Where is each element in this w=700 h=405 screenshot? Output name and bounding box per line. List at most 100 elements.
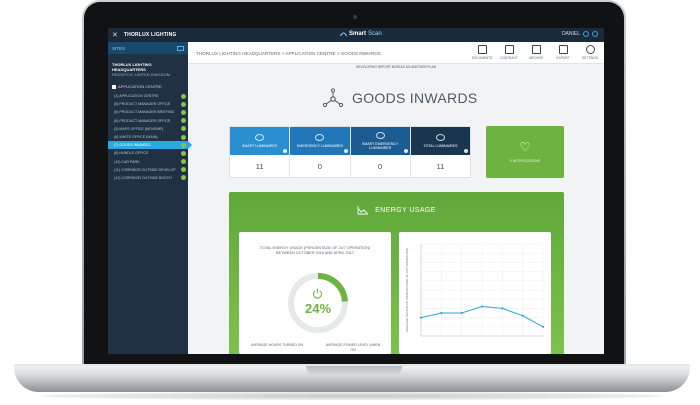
site-label: APPLICATION CENTRE xyxy=(118,84,162,89)
header-bar: THORLUX LIGHTING HEADQUARTERS > APPLICAT… xyxy=(188,42,604,64)
kpi-value: 0 xyxy=(317,161,322,171)
sidebar-item[interactable]: (6) PRODUCT MANAGER OFFICE xyxy=(108,100,188,108)
status-dot-icon xyxy=(181,118,186,124)
luminaire-icon xyxy=(435,133,445,141)
edit-icon[interactable] xyxy=(177,45,184,51)
kpi-header: TOTAL LUMINAIRES xyxy=(410,127,470,155)
app-screen: ✕ THORLUX LIGHTING Smart Scan DANIEL SITE… xyxy=(108,28,604,354)
energy-line-chart-card: AVERAGE HOURS ON (PERCENTAGE OF 24/7 OPE… xyxy=(399,232,551,354)
kpi-label: EMERGENCY LUMINAIRES xyxy=(296,143,343,148)
sidebar-item[interactable]: (6) WHITE OFFICE (MAIN) xyxy=(108,133,188,141)
tool-label: SETTINGS xyxy=(582,56,598,60)
sidebar-title: SITES xyxy=(112,45,126,51)
smartscan-icon xyxy=(340,32,347,37)
status-dot-icon xyxy=(181,167,186,173)
kpi-panel: SMART LUMINAIRES 11 EMERGENCY LUMINAIRES 0 S… xyxy=(229,126,471,178)
sidebar-item[interactable]: (10) CAR PARK xyxy=(108,158,188,166)
energy-caption-line2: BETWEEN OCTOBER 2016 AND APRIL 2017 xyxy=(275,251,355,255)
page-title-text: GOODS INWARDS xyxy=(352,90,478,106)
sidebar-item[interactable]: (6) PRODUCT MANAGER BRIEFING xyxy=(108,108,188,116)
user-menu[interactable]: DANIEL xyxy=(562,31,598,37)
power-icon xyxy=(313,288,322,299)
kpi-value: 11 xyxy=(255,161,264,171)
tool-label: EXPORT xyxy=(556,56,570,60)
energy-line-chart: AVERAGE HOURS ON (PERCENTAGE OF 24/7 OPE… xyxy=(405,243,545,337)
documents-icon xyxy=(477,45,487,54)
energy-usage-panel: ENERGY USAGE TOTAL ENERGY USAGE (PERCENT… xyxy=(229,192,564,354)
user-icon[interactable] xyxy=(583,31,589,37)
tool-label: ARCHIVE xyxy=(528,56,544,60)
kpi-tile[interactable]: TOTAL LUMINAIRES 11 xyxy=(410,127,470,177)
sidebar-item-label: (6) PRODUCT MANAGER OFFICE xyxy=(114,118,171,123)
company-block: THORLUX LIGHTING HEADQUARTERS REDDITCH, … xyxy=(108,54,188,81)
energy-percentage-card: TOTAL ENERGY USAGE (PERCENTAGE OF 24/7 O… xyxy=(239,232,391,354)
info-icon[interactable] xyxy=(343,149,348,153)
sidebar-item-label: (3) MAPS OFFICE (MOVEME) xyxy=(114,126,164,131)
kpi-tile[interactable]: SMART LUMINAIRES 11 xyxy=(230,127,291,177)
tool-label: CONTRACT xyxy=(500,56,518,60)
product-logo: Smart Scan xyxy=(340,31,382,37)
status-dot-icon xyxy=(181,150,186,156)
energy-card-caption: TOTAL ENERGY USAGE (PERCENTAGE OF 24/7 O… xyxy=(239,246,391,256)
sidebar-item[interactable]: (1) APPLICATION CENTRE xyxy=(108,92,188,100)
kpi-tile[interactable]: EMERGENCY LUMINAIRES 0 xyxy=(290,127,351,177)
info-icon[interactable] xyxy=(464,149,468,153)
avg-power-label: AVERAGE POWER LEVEL WHEN ON xyxy=(325,343,381,352)
archive-button[interactable]: ARCHIVE xyxy=(526,45,546,60)
sidebar-item-label: (6) WHITE OFFICE (MAIN) xyxy=(114,135,158,140)
avg-hours-label: AVERAGE HOURS TURNED ON xyxy=(251,343,303,347)
laptop-notch xyxy=(306,366,402,376)
sidebar-item[interactable]: (3) MAPS OFFICE (MOVEME) xyxy=(108,125,188,133)
data-point xyxy=(440,311,443,315)
status-dot-icon xyxy=(181,93,186,99)
sidebar-item-label: (12) CORRIDOR OUTSIDE BOOTH xyxy=(114,175,172,180)
energy-percentage: 24% xyxy=(304,301,332,316)
laptop-shadow xyxy=(40,392,664,400)
status-dot-icon xyxy=(181,109,186,115)
documents-button[interactable]: DOCUMENTS xyxy=(472,45,492,60)
camera-icon xyxy=(353,15,357,19)
company-name: THORLUX LIGHTING HEADQUARTERS xyxy=(112,62,152,72)
archive-icon xyxy=(531,45,541,54)
contract-button[interactable]: CONTRACT xyxy=(499,45,519,60)
help-icon[interactable] xyxy=(592,31,598,37)
breadcrumb[interactable]: THORLUX LIGHTING HEADQUARTERS > APPLICAT… xyxy=(196,51,381,56)
product-name-suffix: Scan xyxy=(368,31,382,37)
settings-icon xyxy=(585,45,595,54)
sidebar-item[interactable]: (8) HUNDLE OFFICE xyxy=(108,149,188,157)
sidebar-item-label: (8) HUNDLE OFFICE xyxy=(114,151,149,156)
kpi-value: 11 xyxy=(436,161,445,171)
kpi-label: TOTAL LUMINAIRES xyxy=(423,143,458,148)
data-point xyxy=(480,305,484,308)
data-point xyxy=(521,314,524,317)
close-menu-icon[interactable]: ✕ xyxy=(112,31,118,39)
notifications-tile[interactable]: ♡ 0 NOTIFICATIONS xyxy=(486,126,564,178)
notifications-label: 0 NOTIFICATIONS xyxy=(509,159,541,163)
sidebar-item[interactable]: (6) PRODUCT MANAGER OFFICE xyxy=(108,117,188,125)
kpi-label: SMART LUMINAIRES xyxy=(241,143,278,148)
laptop-mockup: ✕ THORLUX LIGHTING Smart Scan DANIEL SITE… xyxy=(0,0,700,405)
sidebar-item[interactable]: (7) GOODS INWARDS xyxy=(108,141,192,150)
sidebar-header: SITES xyxy=(108,42,188,54)
energy-chart-icon xyxy=(357,206,369,215)
y-axis-label: AVERAGE HOURS ON (PERCENTAGE OF 24/7 OPE… xyxy=(405,248,409,333)
settings-button[interactable]: SETTINGS xyxy=(580,45,600,60)
energy-title-text: ENERGY USAGE xyxy=(375,207,436,214)
luminaire-icon xyxy=(315,133,325,141)
data-point xyxy=(460,311,463,315)
export-button[interactable]: EXPORT xyxy=(553,45,573,60)
site-checkbox[interactable] xyxy=(112,84,116,89)
status-dot-icon xyxy=(181,142,186,148)
info-icon[interactable] xyxy=(283,149,288,153)
energy-footer-labels: AVERAGE HOURS TURNED ON AVERAGE POWER LE… xyxy=(239,343,391,352)
kpi-header: SMART LUMINAIRES xyxy=(230,127,290,155)
product-name-prefix: Smart xyxy=(349,31,367,37)
sidebar-item[interactable]: (11) CORRIDOR OUTSIDE DEVELOP xyxy=(108,166,188,174)
info-icon[interactable] xyxy=(403,149,408,153)
tool-label: DOCUMENTS xyxy=(471,56,493,60)
site-selector[interactable]: APPLICATION CENTRE xyxy=(112,84,184,89)
kpi-tile[interactable]: SMART EMERGENCY LUMINAIRES 0 xyxy=(350,127,411,177)
sidebar-item[interactable]: (12) CORRIDOR OUTSIDE BOOTH xyxy=(108,174,188,182)
sidebar: SITES THORLUX LIGHTING HEADQUARTERS REDD… xyxy=(108,42,192,354)
sidebar-nav: (1) APPLICATION CENTRE (6) PRODUCT MANAGE… xyxy=(108,92,192,182)
